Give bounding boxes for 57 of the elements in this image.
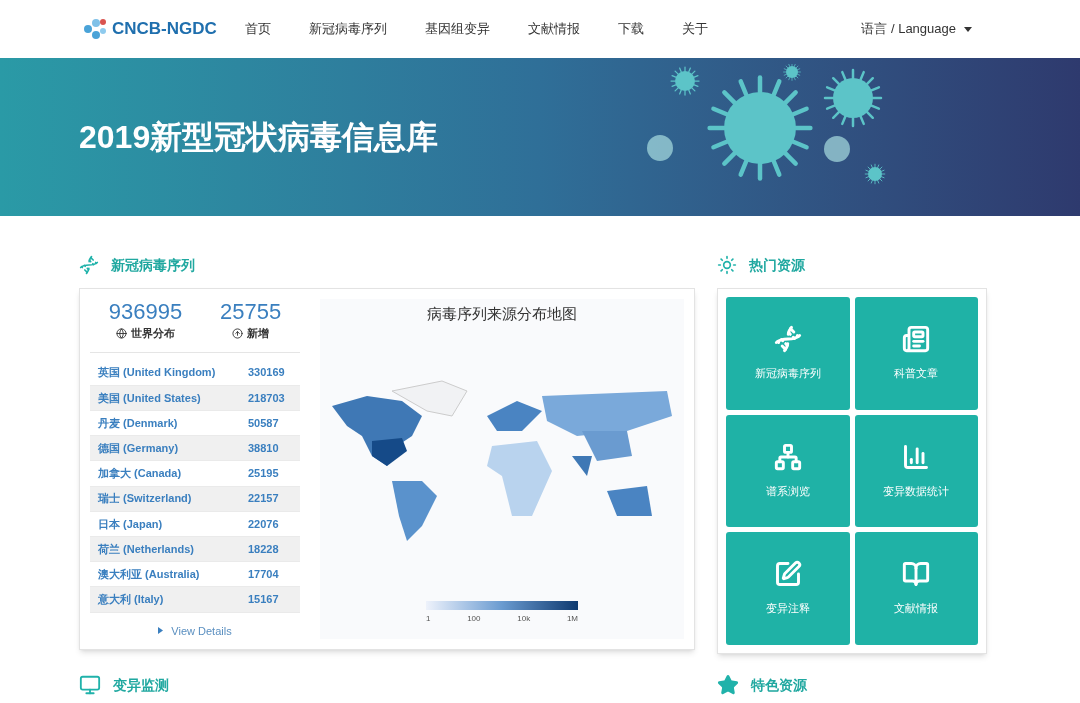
count-cell-text: 50587 (248, 415, 279, 431)
country-cell-text: 英国 (United Kingdom) (98, 365, 217, 381)
bar-chart-icon (902, 442, 931, 471)
site-logo[interactable]: CNCB-NGDC (112, 16, 217, 42)
edit-icon (773, 560, 802, 589)
country-cell-text: 日本 (Japan) (98, 516, 164, 532)
legend-label: 1 (426, 613, 431, 625)
country-cell-text: 瑞士 (Switzerland) (98, 491, 193, 507)
country-cell-text: 美国 (United States) (98, 390, 202, 406)
legend-label: 100 (467, 613, 481, 625)
count-cell-text: 15167 (248, 592, 279, 608)
section-title: 变异监测 (113, 675, 169, 695)
count-cell-text: 17704 (248, 566, 279, 582)
section-title: 热门资源 (749, 255, 805, 275)
monitor-icon (79, 674, 101, 696)
nav-link[interactable]: 新冠病毒序列 (308, 19, 387, 39)
count-cell-text: 218703 (248, 390, 285, 406)
banner-title: 2019新型冠状病毒信息库 (79, 118, 439, 157)
hierarchy-icon (773, 442, 802, 471)
country-cell-text: 加拿大 (Canada) (98, 466, 183, 482)
count-cell-text: 22157 (248, 491, 279, 507)
country-cell-text: 丹麦 (Denmark) (98, 415, 179, 431)
count-cell-text: 330169 (248, 365, 285, 381)
nav-link[interactable]: 关于 (681, 19, 708, 39)
caret-icon (964, 26, 972, 32)
count-cell-text: 25195 (248, 466, 279, 482)
dna-icon (79, 255, 99, 275)
section-title: 特色资源 (751, 675, 807, 695)
dna-icon (773, 325, 802, 354)
country-cell-text: 德国 (Germany) (98, 440, 180, 456)
stat-value: 936995 (108, 299, 183, 325)
nav-link[interactable]: 首页 (244, 19, 271, 39)
legend-label: 1M (566, 613, 578, 625)
triangle-icon (158, 627, 164, 635)
nav-link[interactable]: 基因组变异 (424, 19, 490, 39)
stat-label: 新增 (247, 326, 270, 341)
section-title: 新冠病毒序列 (111, 255, 195, 275)
book-icon (902, 560, 931, 589)
star-icon (717, 674, 739, 696)
country-cell-text: 意大利 (Italy) (98, 592, 165, 608)
stat-label: 世界分布 (131, 326, 176, 341)
nav-link[interactable]: 下载 (617, 19, 644, 39)
map-title: 病毒序列来源分布地图 (427, 304, 577, 324)
legend-label: 10k (517, 613, 531, 625)
stat-value: 25755 (219, 299, 282, 325)
country-cell-text: 荷兰 (Netherlands) (98, 541, 195, 557)
count-cell-text: 38810 (248, 440, 279, 456)
molecule-logo-icon (82, 17, 108, 41)
language-menu[interactable]: 语言 / Language (861, 19, 956, 39)
nav-link[interactable]: 文献情报 (527, 19, 580, 39)
country-cell-text: 澳大利亚 (Australia) (98, 566, 201, 582)
count-cell-text: 22076 (248, 516, 279, 532)
newspaper-icon (902, 325, 931, 354)
globe-icon (116, 327, 128, 339)
arrow-up-icon (232, 327, 244, 339)
count-cell-text: 18228 (248, 541, 279, 557)
view-details-link[interactable]: View Details (171, 622, 232, 640)
